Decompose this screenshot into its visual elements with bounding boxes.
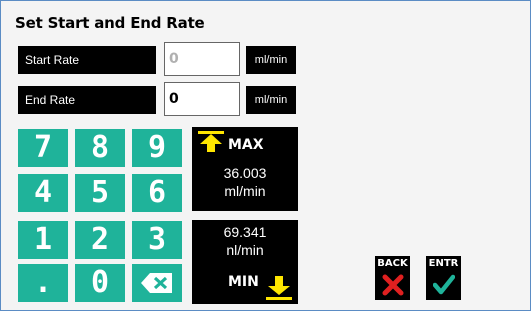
max-value: 36.003 [223,165,267,181]
max-rate-button[interactable]: MAX 36.003 ml/min [192,127,298,211]
start-rate-input[interactable]: 0 [164,42,240,76]
key-5[interactable]: 5 [75,174,125,212]
close-icon [382,274,404,296]
back-button[interactable]: BACK [375,256,410,300]
key-4[interactable]: 4 [18,174,68,212]
arrow-up-icon [198,131,224,152]
min-value: 69.341 [223,224,267,240]
start-rate-label: Start Rate [18,46,156,74]
end-rate-input[interactable]: 0 [164,82,240,116]
back-label: BACK [377,258,408,269]
max-unit: ml/min [224,183,266,199]
max-label: MAX [228,137,264,153]
backspace-key[interactable] [132,264,182,302]
key-decimal[interactable]: . [18,264,68,302]
min-unit: nl/min [226,242,264,258]
key-3[interactable]: 3 [132,221,182,259]
key-8[interactable]: 8 [75,129,125,167]
min-label: MIN [228,274,259,290]
start-rate-unit: ml/min [246,46,296,74]
key-9[interactable]: 9 [132,129,182,167]
end-rate-unit: ml/min [246,86,296,114]
page-title: Set Start and End Rate [15,14,205,32]
key-0[interactable]: 0 [75,264,125,302]
key-7[interactable]: 7 [18,129,68,167]
backspace-icon [141,273,172,293]
enter-button[interactable]: ENTR [426,256,461,300]
arrow-down-icon [266,276,292,300]
min-rate-button[interactable]: 69.341 nl/min MIN [192,220,298,304]
key-6[interactable]: 6 [132,174,182,212]
end-rate-label: End Rate [18,86,156,114]
key-2[interactable]: 2 [75,221,125,259]
enter-label: ENTR [428,258,459,269]
checkmark-icon [433,274,455,295]
key-1[interactable]: 1 [18,221,68,259]
